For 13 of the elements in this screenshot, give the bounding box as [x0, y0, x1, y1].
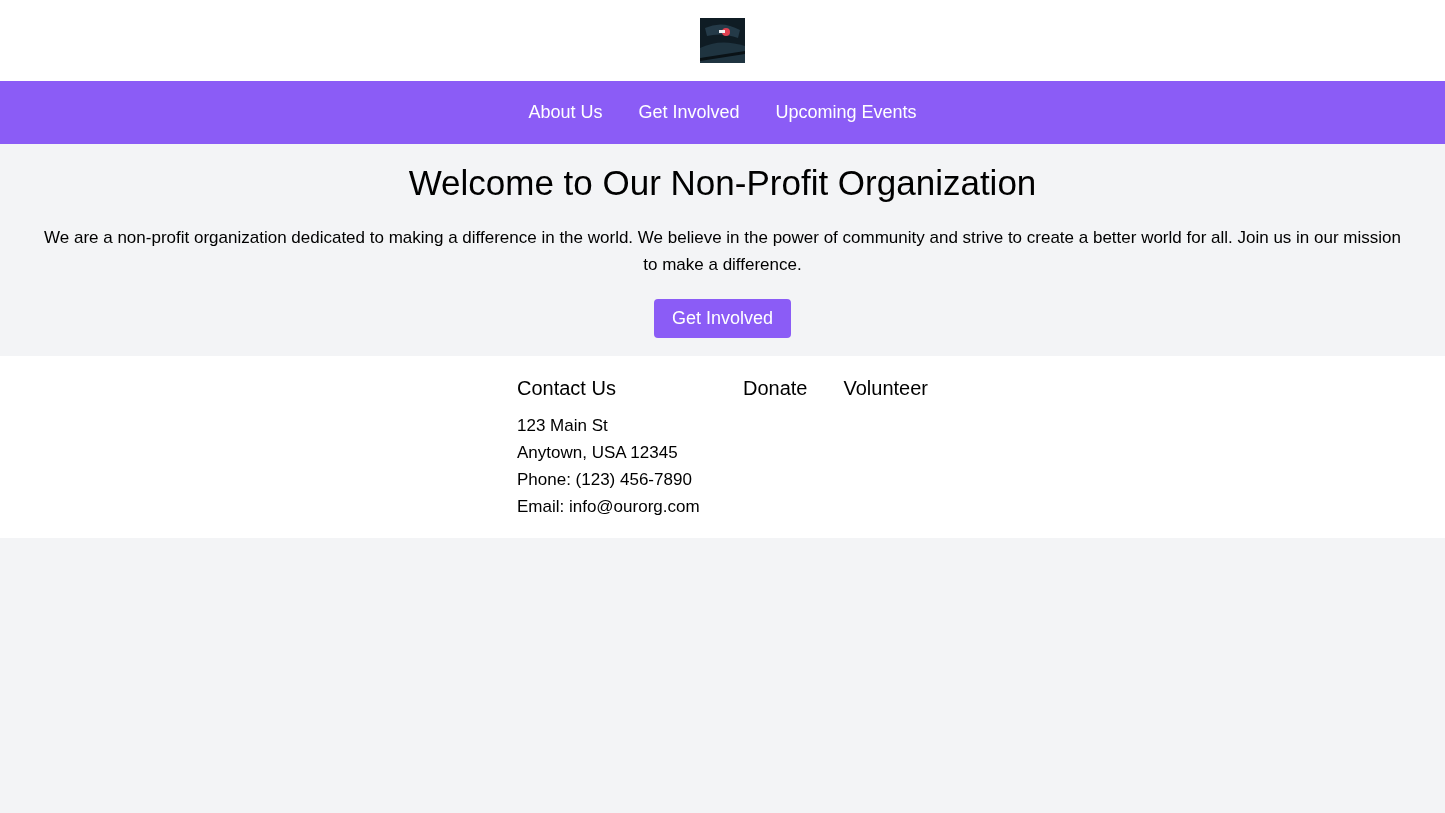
hero-title: Welcome to Our Non-Profit Organization [407, 162, 1038, 204]
footer-heading: Contact Us [517, 376, 617, 401]
footer-heading: Donate [743, 376, 808, 401]
hero-text: We are a non-profit organization dedicated to making a difference in the world. We believe in the power of community and strive to create a better world for all. Join us in our mission to make a difference. [43, 227, 1402, 276]
contact-line: Anytown, USA 12345 [517, 442, 679, 464]
nav-link[interactable]: About Us [528, 102, 603, 123]
contact-line: Email: info@ourorg.com [517, 496, 701, 518]
contact-line: 123 Main St [517, 415, 609, 437]
nav-link[interactable]: Upcoming Events [775, 102, 917, 123]
nav-link[interactable]: Get Involved [638, 102, 740, 123]
footer-heading: Volunteer [843, 376, 928, 401]
get-involved-button[interactable]: Get Involved [653, 299, 792, 338]
contact-line: Phone: (123) 456-7890 [517, 469, 693, 491]
